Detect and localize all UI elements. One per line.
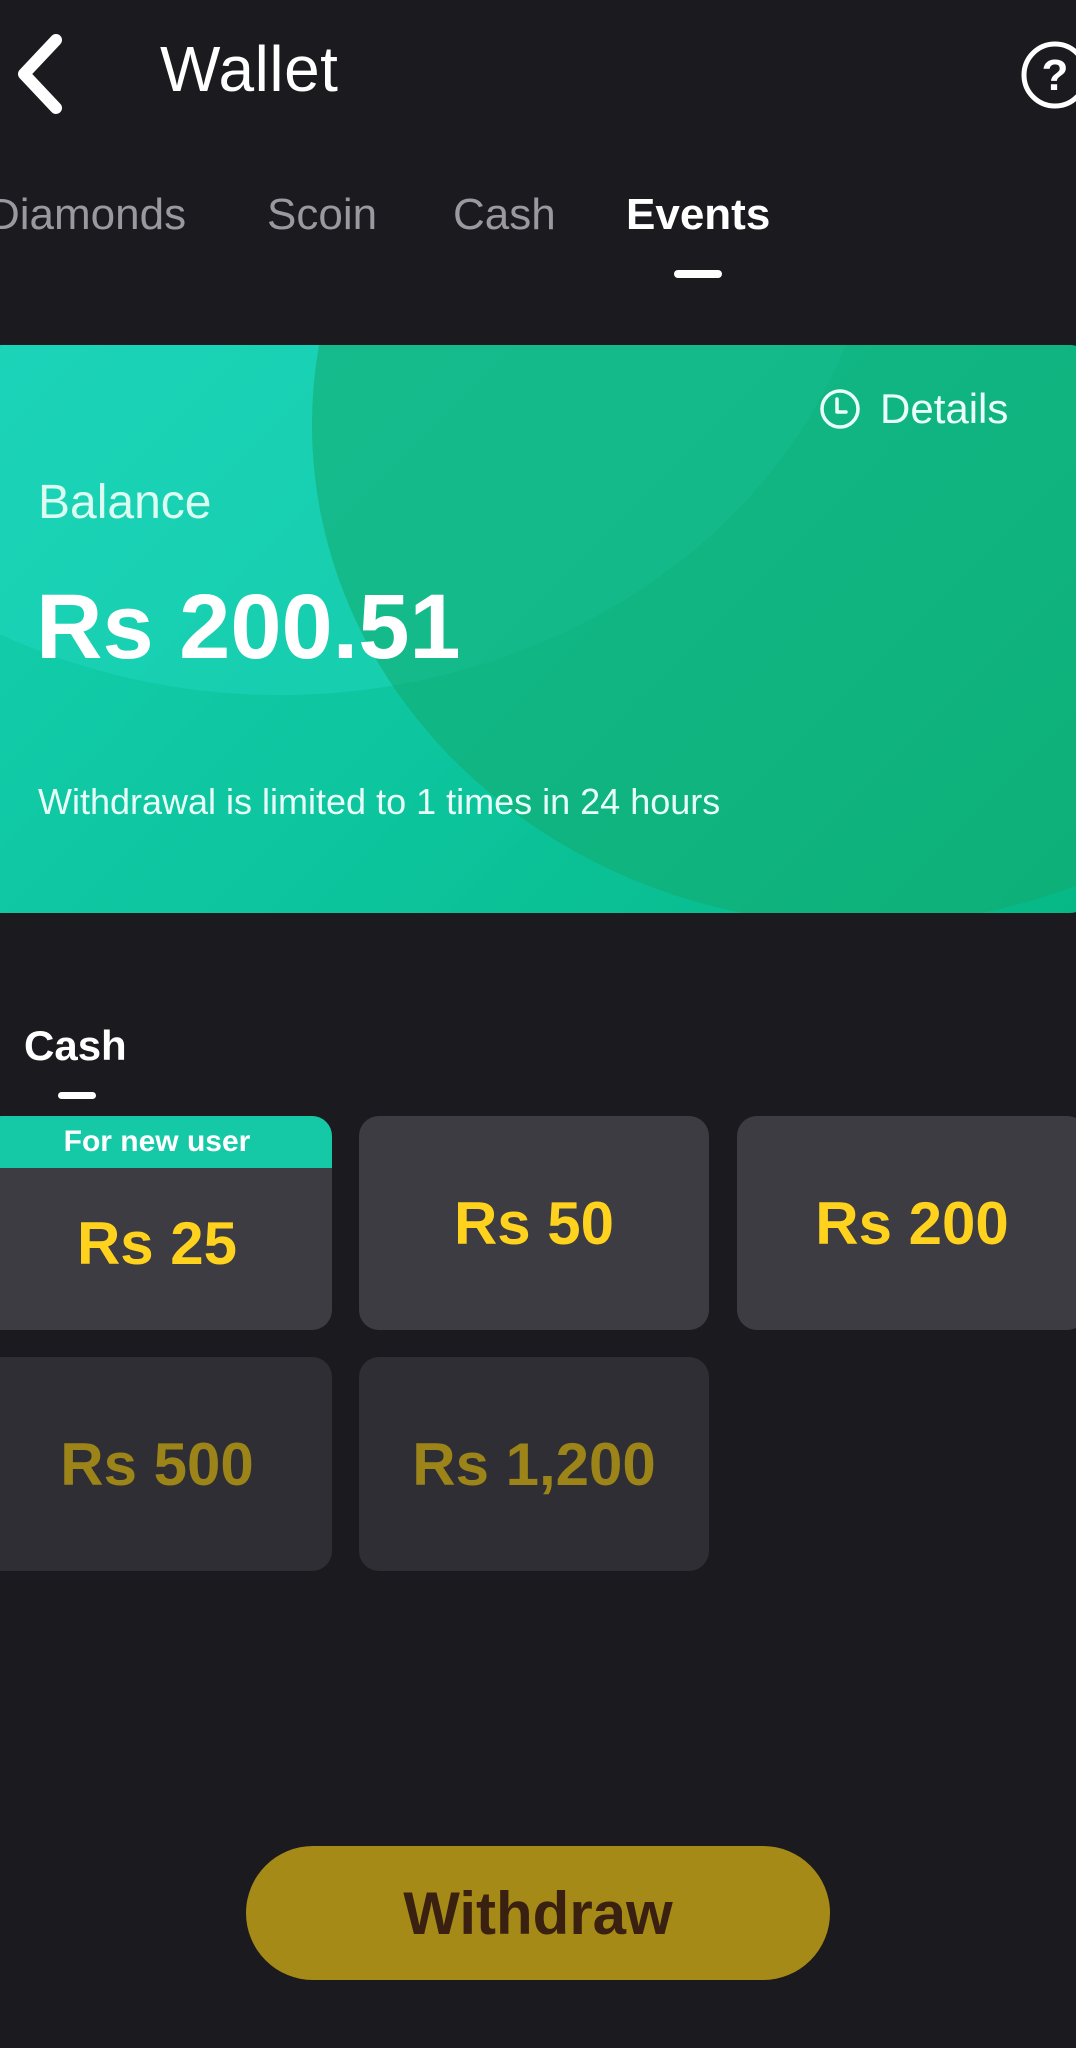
tab-scoin[interactable]: Scoin — [267, 190, 377, 240]
active-tab-indicator — [674, 270, 722, 278]
cash-option-amount: Rs 1,200 — [412, 1430, 656, 1498]
cash-option-25[interactable]: For new user Rs 25 — [0, 1116, 332, 1330]
cash-option-amount: Rs 500 — [60, 1430, 254, 1498]
chevron-left-icon — [18, 34, 62, 114]
withdraw-button[interactable]: Withdraw — [246, 1846, 830, 1980]
question-circle-icon: ? — [1021, 41, 1076, 109]
tab-cash[interactable]: Cash — [453, 190, 556, 240]
tab-diamonds[interactable]: Diamonds — [0, 190, 186, 240]
cash-option-amount: Rs 50 — [453, 1189, 615, 1257]
page-title: Wallet — [160, 33, 339, 105]
clock-icon — [820, 389, 860, 429]
cash-section-title: Cash — [24, 1022, 127, 1069]
back-button[interactable] — [0, 24, 80, 124]
section-indicator — [58, 1092, 96, 1099]
tab-events[interactable]: Events — [626, 190, 770, 240]
cash-option-1200[interactable]: Rs 1,200 — [359, 1357, 709, 1571]
wallet-page: Wallet ? Diamonds Scoin Cash Events Deta… — [0, 0, 1076, 2048]
new-user-badge: For new user — [0, 1116, 332, 1168]
balance-label: Balance — [38, 476, 212, 529]
help-button[interactable]: ? — [1018, 38, 1076, 112]
withdraw-label: Withdraw — [403, 1879, 673, 1947]
withdrawal-limit-note: Withdrawal is limited to 1 times in 24 h… — [38, 781, 721, 822]
cash-option-amount: Rs 25 — [76, 1209, 238, 1277]
balance-card: Details Balance Rs 200.51 Withdrawal is … — [0, 345, 1076, 913]
details-link[interactable]: Details — [818, 385, 1008, 433]
cash-option-amount: Rs 200 — [815, 1189, 1009, 1257]
cash-option-500[interactable]: Rs 500 — [0, 1357, 332, 1571]
balance-amount: Rs 200.51 — [36, 576, 461, 678]
details-label: Details — [880, 385, 1009, 432]
svg-text:?: ? — [1042, 51, 1069, 100]
cash-option-200[interactable]: Rs 200 — [737, 1116, 1076, 1330]
cash-option-50[interactable]: Rs 50 — [359, 1116, 709, 1330]
wallet-tabs: Diamonds Scoin Cash Events — [0, 190, 1076, 290]
